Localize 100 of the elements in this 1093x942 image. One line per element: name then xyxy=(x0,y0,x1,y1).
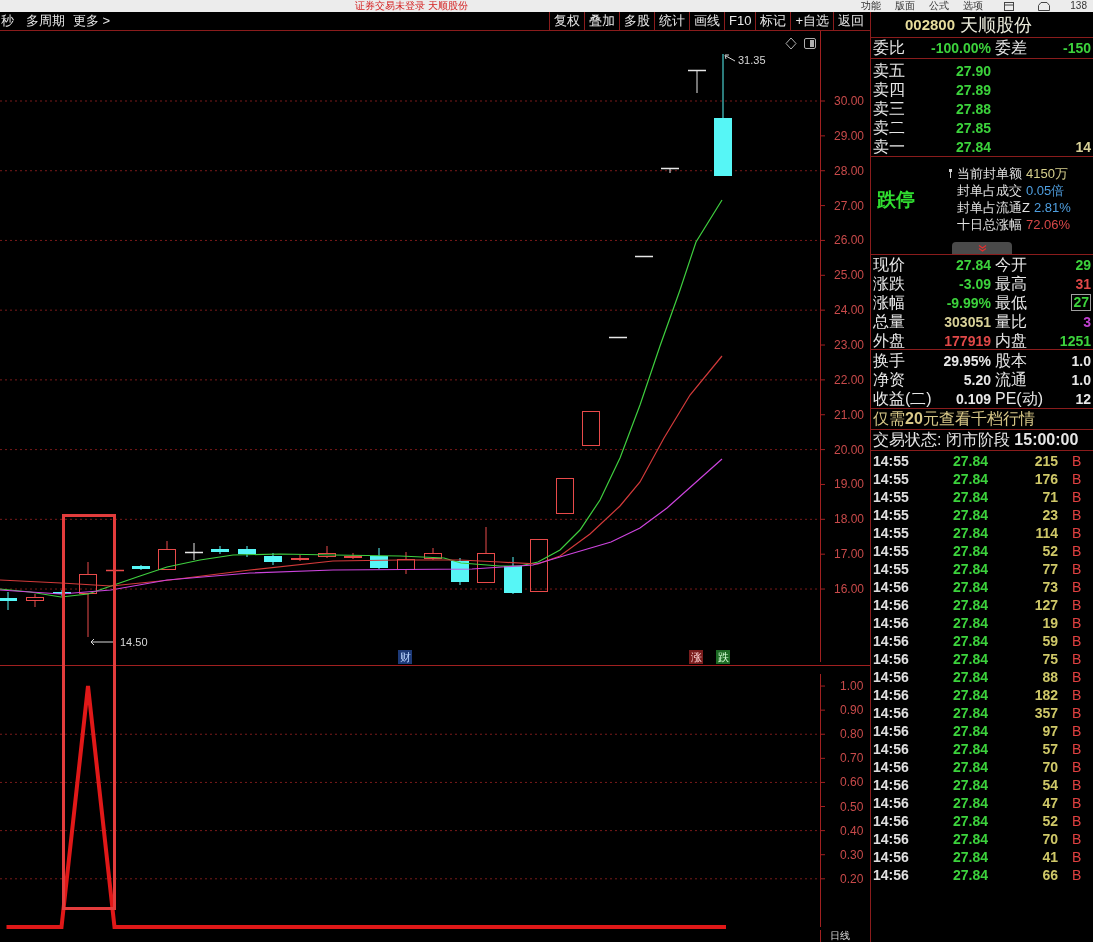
trade-side: B xyxy=(1072,776,1082,794)
field-value: -9.99% xyxy=(946,293,991,312)
field-value: 1.0 xyxy=(1071,370,1091,389)
toolbar-button[interactable]: 画线 xyxy=(689,12,724,30)
candlestick xyxy=(634,255,654,258)
menu-item[interactable]: 版面 xyxy=(888,0,923,12)
price-axis-label: 30.00 xyxy=(834,94,865,108)
price-axis-label: 20.00 xyxy=(834,442,865,457)
field-label: 委差 xyxy=(995,39,1027,57)
trade-volume: 54 xyxy=(1042,776,1058,794)
field-value: 5.20 xyxy=(963,370,991,389)
menu-item[interactable]: 公式 xyxy=(922,0,957,12)
ask-label: 卖四 xyxy=(873,80,905,99)
trade-time: 14:56 xyxy=(873,632,910,650)
field-label: 量比 xyxy=(995,312,1027,331)
diamond-icon[interactable] xyxy=(785,37,797,50)
field-value: 29.95% xyxy=(943,351,991,370)
trade-time: 14:55 xyxy=(873,452,910,470)
candlestick xyxy=(397,551,415,575)
trade-side: B xyxy=(1072,704,1082,722)
field-value: -100.00% xyxy=(931,39,991,57)
toolbar-button[interactable]: 多股 xyxy=(619,12,654,30)
field-value: 29 xyxy=(1075,255,1091,274)
trade-volume: 52 xyxy=(1042,812,1058,830)
indicator-axis-label: 0.30 xyxy=(840,847,864,862)
info-label: 封单占流通Z xyxy=(957,199,1030,216)
trade-price: 27.84 xyxy=(953,470,990,488)
window-icon[interactable] xyxy=(1004,1,1015,11)
ask-label: 卖三 xyxy=(873,99,905,118)
candlestick xyxy=(530,539,548,592)
trade-volume: 127 xyxy=(1034,596,1058,614)
toolbar-item[interactable]: 更多 > xyxy=(69,12,115,30)
menu-item[interactable]: 功能 xyxy=(854,0,889,12)
tray-icon[interactable] xyxy=(1038,1,1051,11)
candlestick xyxy=(424,547,442,561)
trade-side: B xyxy=(1072,758,1082,776)
field-label: 涨幅 xyxy=(873,293,905,312)
toolbar-button[interactable]: F10 xyxy=(724,12,756,30)
candlestick xyxy=(504,556,522,595)
trade-time: 14:55 xyxy=(873,470,910,488)
trade-time: 14:56 xyxy=(873,740,910,758)
indicator-axis-label: 0.60 xyxy=(840,775,864,790)
price-axis-label: 22.00 xyxy=(834,372,865,387)
trade-price: 27.84 xyxy=(953,758,990,776)
price-axis-label: 26.00 xyxy=(834,233,865,248)
panel-toggle-icon[interactable] xyxy=(804,38,816,49)
field-label: 换手 xyxy=(873,351,905,370)
price-axis-label: 23.00 xyxy=(834,338,865,352)
toolbar-button[interactable]: 复权 xyxy=(549,12,584,30)
field-value: 27.84 xyxy=(955,255,991,274)
candlestick xyxy=(344,552,362,560)
candlestick xyxy=(556,478,574,514)
trade-price: 27.84 xyxy=(953,830,990,848)
trade-time: 14:56 xyxy=(873,848,910,866)
finance-marker: 财 xyxy=(398,650,412,664)
price-axis-label: 25.00 xyxy=(834,268,865,283)
trade-side: B xyxy=(1072,740,1082,758)
menu-item[interactable]: 选项 xyxy=(956,0,991,12)
price-axis-label: 17.00 xyxy=(834,547,865,562)
toolbar-item[interactable]: 秒 xyxy=(0,12,22,30)
toolbar-button[interactable]: 统计 xyxy=(654,12,689,30)
trade-side: B xyxy=(1072,812,1082,830)
trade-time: 14:56 xyxy=(873,794,910,812)
trade-price: 27.84 xyxy=(953,632,990,650)
candlestick xyxy=(264,552,282,566)
trade-side: B xyxy=(1072,632,1082,650)
trade-time: 14:55 xyxy=(873,542,910,560)
ask-price: 27.84 xyxy=(955,137,991,156)
trade-time: 14:56 xyxy=(873,686,910,704)
trade-volume: 41 xyxy=(1042,848,1058,866)
low-price-label: 14.50 xyxy=(120,636,148,648)
toolbar-button[interactable]: 叠加 xyxy=(584,12,619,30)
toolbar-item[interactable]: 多周期 xyxy=(22,12,69,30)
info-label: 当前封单额 xyxy=(957,165,1022,182)
trade-time: 14:56 xyxy=(873,866,910,884)
trade-volume: 182 xyxy=(1034,686,1058,704)
candlestick xyxy=(158,540,176,570)
limit-status: 跌停 xyxy=(877,188,915,211)
trade-price: 27.84 xyxy=(953,866,990,884)
trade-time: 14:55 xyxy=(873,524,910,542)
trade-price: 27.84 xyxy=(953,776,990,794)
field-label: 今开 xyxy=(995,255,1027,274)
ask-price: 27.85 xyxy=(955,118,991,137)
candlestick xyxy=(0,591,17,611)
indicator-axis-label: 0.20 xyxy=(840,871,864,886)
info-value: 4150万 xyxy=(1026,165,1068,182)
price-axis-label: 21.00 xyxy=(834,407,865,422)
promo-text[interactable]: 仅需20元查看千档行情 xyxy=(873,410,1035,428)
toolbar-button[interactable]: 标记 xyxy=(755,12,791,30)
trade-volume: 77 xyxy=(1042,560,1058,578)
field-value: 303051 xyxy=(944,312,991,331)
trade-price: 27.84 xyxy=(953,542,990,560)
toolbar-button[interactable]: 返回 xyxy=(833,12,868,30)
candlestick xyxy=(211,545,229,555)
field-label: 总量 xyxy=(873,312,905,331)
candlestick xyxy=(238,545,256,558)
trade-price: 27.84 xyxy=(953,722,990,740)
candlestick xyxy=(26,593,44,608)
trade-price: 27.84 xyxy=(953,704,990,722)
toolbar-button[interactable]: +自选 xyxy=(790,12,833,30)
